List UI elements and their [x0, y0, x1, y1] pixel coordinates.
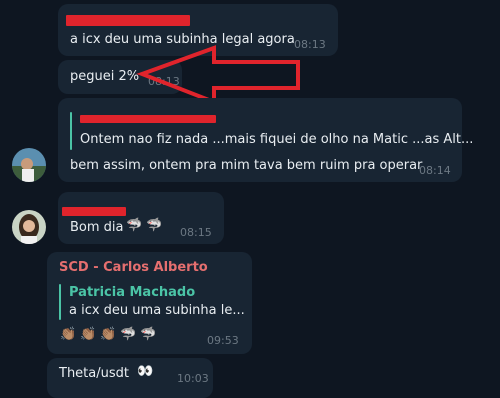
quote-text: Ontem nao fiz nada ...mais fiquei de olh… [80, 132, 474, 147]
message-time: 10:03 [177, 372, 209, 385]
avatar[interactable] [12, 148, 46, 182]
clapping-hands-icon: 👏🏽 [80, 327, 97, 342]
clapping-hands-icon: 👏🏽 [60, 327, 77, 342]
message-bubble[interactable]: SCD - Carlos Alberto Patricia Machado a … [47, 252, 252, 354]
eyes-icon: 👀 [137, 364, 154, 379]
shark-icon: 🦈 [146, 218, 163, 233]
clapping-hands-icon: 👏🏽 [100, 327, 117, 342]
message-bubble[interactable]: Bom dia 🦈 🦈 08:15 [58, 192, 224, 244]
shark-icon: 🦈 [120, 327, 137, 342]
avatar[interactable] [12, 210, 46, 244]
redacted-quote-sender [80, 115, 216, 123]
message-bubble[interactable]: Ontem nao fiz nada ...mais fiquei de olh… [58, 98, 473, 182]
message-text: Bom dia [70, 220, 124, 235]
shark-icon: 🦈 [140, 327, 157, 342]
quote-bar [70, 112, 72, 150]
quote-bar [59, 284, 61, 320]
quote-sender: Patricia Machado [69, 285, 196, 300]
message-text: bem assim, ontem pra mim tava bem ruim p… [70, 158, 423, 173]
message-text: Theta/usdt [59, 366, 129, 381]
message-bubble[interactable]: Theta/usdt 👀 10:03 [47, 358, 213, 398]
sender-name[interactable]: SCD - Carlos Alberto [59, 260, 208, 275]
redacted-sender-name [62, 207, 126, 216]
shark-icon: 🦈 [126, 218, 143, 233]
message-time: 08:15 [180, 226, 212, 239]
quote-text: a icx deu uma subinha le... [69, 303, 245, 318]
message-time: 09:53 [207, 334, 239, 347]
message-time: 08:14 [419, 164, 451, 177]
